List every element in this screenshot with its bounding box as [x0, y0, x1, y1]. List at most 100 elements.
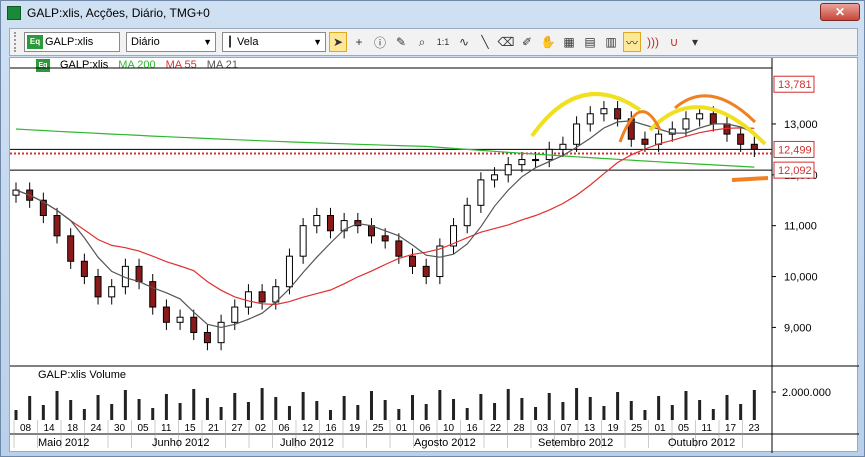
candle-body	[395, 240, 403, 257]
volume-bar	[260, 388, 264, 420]
volume-bar	[41, 405, 45, 420]
date-tick-label: 06	[420, 423, 432, 434]
month-label: Agosto 2012	[414, 437, 476, 449]
candle-body	[313, 215, 321, 227]
volume-bar	[192, 389, 196, 420]
volume-bar	[178, 403, 182, 420]
volume-bar	[315, 401, 319, 420]
chart-style-select[interactable]: ┃ Vela ▼	[222, 32, 326, 52]
volume-bar	[493, 403, 497, 420]
chevron-down-icon: ▼	[203, 37, 212, 47]
month-label: Julho 2012	[280, 437, 334, 449]
period-select[interactable]: Diário ▼	[126, 32, 216, 52]
volume-bar	[684, 391, 688, 420]
date-tick-label: 27	[232, 423, 244, 434]
candle-body	[614, 108, 622, 120]
toolbar-grip[interactable]	[14, 32, 20, 52]
volume-bar	[287, 406, 291, 420]
y-tick-label: 10,000	[784, 272, 818, 284]
pencil-tool-button[interactable]: ✎	[392, 32, 410, 52]
volume-bar	[657, 396, 661, 420]
date-tick-label: 01	[396, 423, 408, 434]
candle-body	[477, 179, 485, 206]
candle-body	[176, 316, 184, 323]
candle-body	[750, 143, 758, 150]
chart-color-button[interactable]: ▥	[602, 32, 620, 52]
window-title: GALP:xlis, Acções, Diário, TMG+0	[27, 6, 210, 20]
candle-body	[409, 255, 417, 267]
month-label: Setembro 2012	[538, 437, 613, 449]
volume-axis-label: 2.000.000	[782, 387, 831, 399]
volume-bar	[28, 396, 32, 420]
date-tick-label: 07	[561, 423, 573, 434]
more-tools-button[interactable]: ▾	[686, 32, 704, 52]
date-tick-label: 03	[537, 423, 549, 434]
date-tick-label: 18	[67, 423, 79, 434]
candle-body	[573, 123, 581, 145]
period-value: Diário	[131, 36, 160, 48]
orange-target-mark	[731, 176, 769, 182]
price-chart[interactable]: 13,00012,00011,00010,0009,00013,78112,49…	[10, 58, 859, 453]
volume-bar	[739, 404, 743, 420]
candle-body	[53, 215, 61, 237]
volume-bar	[205, 398, 209, 420]
date-tick-label: 17	[725, 423, 737, 434]
chart-area[interactable]: Eq GALP:xlis MA 200 MA 55 MA 21 13,00012…	[9, 57, 859, 453]
magnet-icon[interactable]: ∪	[665, 32, 683, 52]
candle-body	[491, 174, 499, 181]
volume-bar	[629, 401, 633, 420]
date-tick-label: 01	[655, 423, 667, 434]
candle-body	[504, 164, 512, 176]
volume-bar	[479, 394, 483, 420]
abc-tool-button[interactable]: ▤	[581, 32, 599, 52]
info-tool-button[interactable]: ⓘ	[371, 32, 389, 52]
equity-icon: Eq	[27, 35, 43, 49]
wave-tool-button[interactable]: ∿	[455, 32, 473, 52]
symbol-field[interactable]: Eq GALP:xlis	[24, 32, 120, 52]
candle-body	[258, 291, 266, 303]
date-tick-label: 24	[91, 423, 103, 434]
volume-bar	[96, 395, 100, 420]
signal-button[interactable]: )))	[644, 32, 662, 52]
volume-bar	[164, 394, 168, 420]
month-label: Maio 2012	[38, 437, 89, 449]
volume-bar	[356, 405, 360, 420]
hand-tool-button[interactable]: ✋	[539, 32, 557, 52]
zoom-tool-button[interactable]: ⌕	[413, 32, 431, 52]
candle-body	[190, 316, 198, 333]
line-tool-button[interactable]: ╲	[476, 32, 494, 52]
volume-bar	[752, 390, 756, 420]
date-tick-label: 08	[20, 423, 32, 434]
volume-bar	[123, 390, 127, 420]
date-tick-label: 12	[302, 423, 314, 434]
candle-body	[67, 235, 75, 262]
candle-body	[244, 291, 252, 308]
cursor-tool-button[interactable]: ➤	[329, 32, 347, 52]
volume-bar	[411, 395, 415, 420]
candle-body	[217, 321, 225, 344]
crosshair-tool-button[interactable]: +	[350, 32, 368, 52]
date-tick-label: 02	[255, 423, 267, 434]
title-bar: GALP:xlis, Acções, Diário, TMG+0 ✕	[1, 1, 864, 25]
volume-bar	[438, 390, 442, 420]
date-tick-label: 11	[161, 423, 172, 434]
candle-body	[381, 235, 389, 242]
eraser-tool-button[interactable]: ⌫	[497, 32, 515, 52]
volume-bar	[602, 406, 606, 420]
candle-body	[108, 286, 116, 298]
close-button[interactable]: ✕	[820, 3, 860, 21]
date-tick-label: 22	[490, 423, 502, 434]
pen-tool-button[interactable]: ✐	[518, 32, 536, 52]
candle-body	[94, 276, 102, 298]
candle-body	[135, 265, 143, 283]
volume-bar	[383, 400, 387, 420]
date-tick-label: 30	[114, 423, 126, 434]
date-tick-label: 16	[326, 423, 338, 434]
volume-panel-title: GALP:xlis Volume	[38, 369, 126, 381]
indicator-button[interactable]: 〰	[623, 32, 641, 52]
one-to-one-button[interactable]: 1:1	[434, 32, 452, 52]
volume-bar	[151, 408, 155, 420]
y-tick-label: 9,000	[784, 322, 812, 334]
grid-tool-button[interactable]: ▦	[560, 32, 578, 52]
candle-body	[285, 255, 293, 288]
